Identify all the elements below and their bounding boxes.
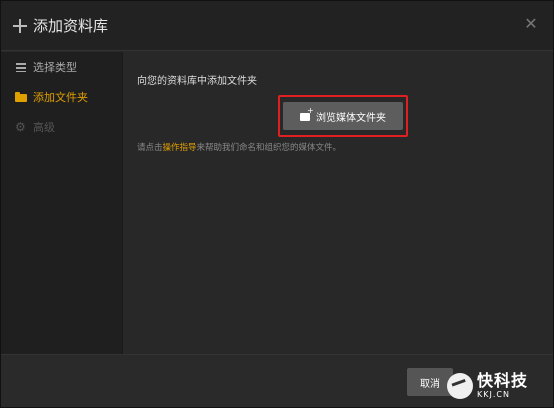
sidebar-item-advanced: ⚙ 高级 <box>1 112 122 142</box>
add-library-dialog: 添加资料库 ✕ 选择类型 添加文件夹 ⚙ 高级 向您的资料库中添加文件夹 浏览媒… <box>0 0 554 408</box>
plus-icon <box>13 18 27 33</box>
lines-icon <box>15 61 29 73</box>
browse-button-label: 浏览媒体文件夹 <box>316 112 386 124</box>
cog-icon: ⚙ <box>15 120 26 134</box>
browse-media-folder-button[interactable]: 浏览媒体文件夹 <box>283 102 403 130</box>
watermark: 快科技 KKJ.CN <box>447 366 547 406</box>
watermark-logo-icon <box>447 373 473 399</box>
help-suffix: 来帮助我们命名和组织您的媒体文件。 <box>196 143 342 153</box>
sidebar-item-label: 高级 <box>33 121 55 134</box>
dialog-header: 添加资料库 ✕ <box>1 1 553 51</box>
watermark-cn: 快科技 <box>477 371 529 390</box>
watermark-text: 快科技 KKJ.CN <box>477 373 528 399</box>
highlight-box: 浏览媒体文件夹 <box>278 95 408 137</box>
sidebar-item-label: 选择类型 <box>33 61 77 74</box>
folder-icon <box>15 91 29 103</box>
sidebar: 选择类型 添加文件夹 ⚙ 高级 <box>1 52 123 354</box>
folder-add-icon <box>300 106 314 121</box>
sidebar-item-add-folder[interactable]: 添加文件夹 <box>1 82 122 112</box>
help-link[interactable]: 操作指导 <box>163 143 197 153</box>
main-panel: 向您的资料库中添加文件夹 浏览媒体文件夹 请点击操作指导来帮助我们命名和组织您的… <box>123 52 553 354</box>
section-heading: 向您的资料库中添加文件夹 <box>137 76 257 87</box>
dialog-title: 添加资料库 <box>33 17 109 35</box>
watermark-en: KKJ.CN <box>477 390 510 399</box>
close-icon[interactable]: ✕ <box>523 16 539 32</box>
help-text: 请点击操作指导来帮助我们命名和组织您的媒体文件。 <box>137 141 341 153</box>
sidebar-item-label: 添加文件夹 <box>33 91 88 104</box>
sidebar-item-select-type[interactable]: 选择类型 <box>1 52 122 82</box>
help-prefix: 请点击 <box>137 143 163 153</box>
